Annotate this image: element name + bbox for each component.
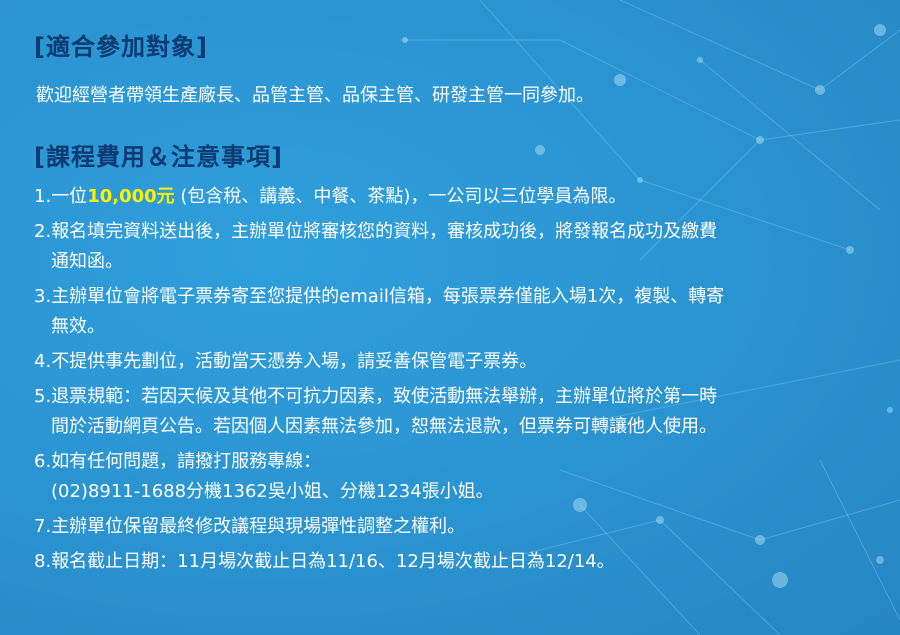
list-item: 2.報名填完資料送出後，主辦單位將審核您的資料，審核成功後，將發報名成功及繳費 … [34,217,874,277]
item-text: 報名截止日期：11月場次截止日為11/16、12月場次截止日為12/14。 [51,551,615,572]
item-number: 1. [34,186,52,207]
item-number: 3. [34,286,52,307]
list-item: 7.主辦單位保留最終修改議程與現場彈性調整之權利。 [34,512,874,542]
item-text: 不提供事先劃位，活動當天憑券入場，請妥善保管電子票券。 [51,351,538,372]
item-number: 2. [34,221,52,242]
item-text: 退票規範：若因天候及其他不可抗力因素，致使活動無法舉辦，主辦單位將於第一時 [51,386,718,407]
event-info: [適合參加對象] 歡迎經營者帶領生產廠長、品管主管、品保主管、研發主管一同參加。… [34,30,874,582]
item-number: 6. [34,451,52,472]
list-item: 6.如有任何問題，請撥打服務專線： (02)8911-1688分機1362吳小姐… [34,447,874,507]
item-text: 如有任何問題，請撥打服務專線： [51,451,322,472]
item-number: 5. [34,386,52,407]
item-text: 報名填完資料送出後，主辦單位將審核您的資料，審核成功後，將發報名成功及繳費 [51,221,718,242]
list-item: 8.報名截止日期：11月場次截止日為11/16、12月場次截止日為12/14。 [34,547,874,577]
item-text: 一位 [51,186,88,207]
list-item: 1.一位10,000元 (包含稅、講義、中餐、茶點)，一公司以三位學員為限。 [34,182,874,212]
item-text-continued: 無效。 [51,316,105,337]
item-text: (包含稅、講義、中餐、茶點)，一公司以三位學員為限。 [174,186,627,207]
item-number: 8. [34,551,52,572]
item-number: 4. [34,351,52,372]
item-text-continued: 通知函。 [51,251,123,272]
item-number: 7. [34,516,52,537]
audience-text: 歡迎經營者帶領生產廠長、品管主管、品保主管、研發主管一同參加。 [36,85,594,106]
item-text-continued: 間於活動網頁公告。若因個人因素無法參加，恕無法退款，但票券可轉讓他人使用。 [51,416,717,437]
list-item: 4.不提供事先劃位，活動當天憑券入場，請妥善保管電子票券。 [34,347,874,377]
contact-info: (02)8911-1688分機1362吳小姐、分機1234張小姐。 [51,481,494,502]
item-text: 主辦單位會將電子票券寄至您提供的email信箱，每張票券僅能入場1次，複製、轉寄 [51,286,725,307]
course-heading: [課程費用＆注意事項] [34,143,283,171]
audience-heading: [適合參加對象] [34,33,208,61]
list-item: 3.主辦單位會將電子票券寄至您提供的email信箱，每張票券僅能入場1次，複製、… [34,282,874,342]
list-item: 5.退票規範：若因天候及其他不可抗力因素，致使活動無法舉辦，主辦單位將於第一時 … [34,382,874,442]
price-value: 10,000元 [87,186,175,207]
notice-list: 1.一位10,000元 (包含稅、講義、中餐、茶點)，一公司以三位學員為限。 2… [34,182,874,577]
item-text: 主辦單位保留最終修改議程與現場彈性調整之權利。 [51,516,466,537]
